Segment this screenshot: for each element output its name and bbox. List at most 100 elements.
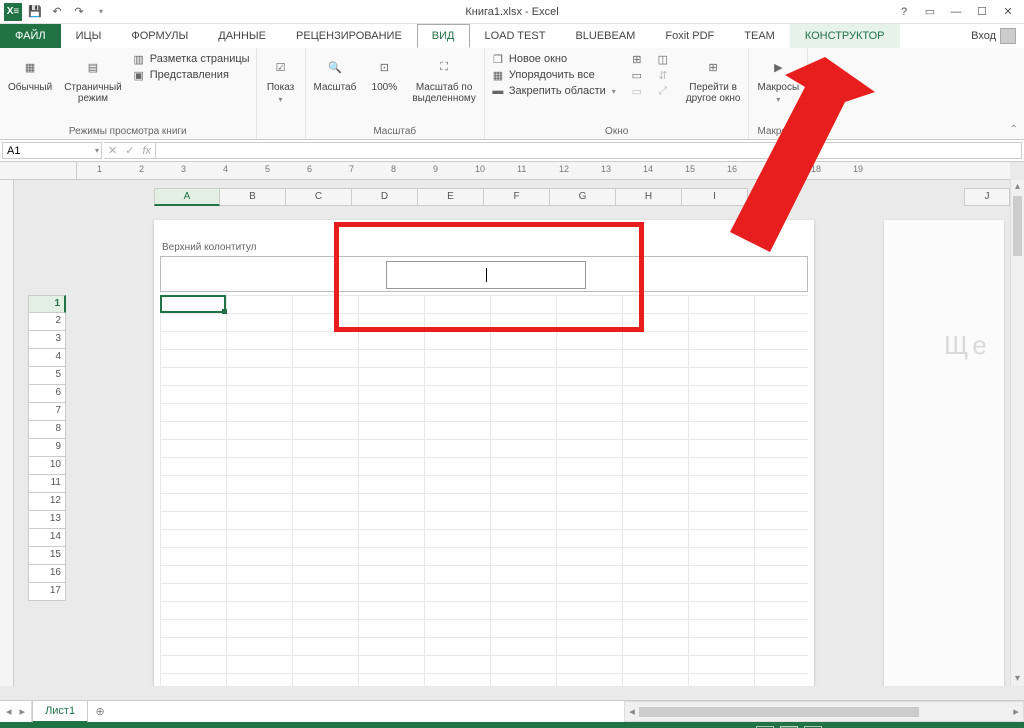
unhide-button[interactable]: ▭ — [630, 84, 644, 98]
side-by-side-button[interactable]: ◫ — [656, 52, 670, 66]
row-header[interactable]: 7 — [28, 403, 66, 421]
group-label: Макросы — [757, 124, 799, 137]
ribbon-options-icon[interactable]: ▭ — [918, 2, 942, 22]
cell-grid[interactable] — [160, 295, 808, 686]
horizontal-ruler[interactable]: 12345678910111213141516171819 — [77, 162, 1010, 180]
column-header-j[interactable]: J — [964, 188, 1010, 206]
add-sheet-button[interactable]: ⊕ — [88, 701, 112, 722]
page-layout-button[interactable]: ▥Разметка страницы — [132, 52, 250, 66]
vertical-scrollbar[interactable]: ▴ ▾ — [1010, 180, 1024, 686]
tab-file[interactable]: ФАЙЛ — [0, 24, 61, 48]
sync-scroll-button[interactable]: ⇵ — [656, 68, 670, 82]
help-icon[interactable]: ? — [892, 2, 916, 22]
formula-input[interactable] — [156, 142, 1022, 159]
normal-view-button[interactable]: ▦ Обычный — [6, 52, 54, 95]
redo-icon[interactable]: ↷ — [70, 3, 88, 21]
scroll-up-icon[interactable]: ▴ — [1011, 180, 1024, 194]
ruler-tick: 3 — [181, 164, 186, 174]
scroll-down-icon[interactable]: ▾ — [1011, 672, 1024, 686]
column-header[interactable]: B — [220, 188, 286, 206]
column-header[interactable]: I — [682, 188, 748, 206]
formula-bar: A1▾ ✕ ✓ fx — [0, 140, 1024, 162]
zoom-button[interactable]: 🔍 Масштаб — [312, 52, 359, 95]
signin-label: Вход — [971, 30, 996, 42]
zoom-selection-button[interactable]: ⛶ Масштаб по выделенному — [410, 52, 478, 106]
scroll-left-icon[interactable]: ◂ — [625, 705, 639, 718]
reset-pos-button[interactable]: ⤢ — [656, 84, 670, 98]
scroll-thumb[interactable] — [639, 707, 919, 717]
row-header[interactable]: 1 — [28, 295, 66, 313]
column-header[interactable]: E — [418, 188, 484, 206]
tab-bluebeam[interactable]: BLUEBEAM — [560, 24, 650, 48]
scroll-right-icon[interactable]: ▸ — [1009, 705, 1023, 718]
maximize-icon[interactable]: ☐ — [970, 2, 994, 22]
tab-home[interactable]: ИЦЫ — [61, 24, 117, 48]
horizontal-scrollbar[interactable]: ◂ ▸ — [624, 701, 1024, 722]
row-header[interactable]: 16 — [28, 565, 66, 583]
split-button[interactable]: ⊞ — [630, 52, 644, 66]
tab-data[interactable]: ДАННЫЕ — [203, 24, 281, 48]
status-bar: ГОТОВО ▦ ▤ ▥ — + 100% — [0, 722, 1024, 728]
vertical-ruler[interactable] — [0, 180, 14, 686]
row-header[interactable]: 6 — [28, 385, 66, 403]
row-header[interactable]: 11 — [28, 475, 66, 493]
prev-sheet-icon[interactable]: ◂ — [6, 705, 12, 718]
row-header[interactable]: 5 — [28, 367, 66, 385]
row-header[interactable]: 17 — [28, 583, 66, 601]
sheet-nav[interactable]: ◂▸ — [0, 701, 32, 722]
grid-area[interactable]: ABCDEFGHI J 1234567891011121314151617 Ве… — [14, 180, 1010, 686]
excel-icon[interactable]: X≡ — [4, 3, 22, 21]
close-icon[interactable]: ✕ — [996, 2, 1020, 22]
row-header[interactable]: 13 — [28, 511, 66, 529]
scroll-thumb[interactable] — [1013, 196, 1022, 256]
custom-views-button[interactable]: ▣Представления — [132, 68, 250, 82]
zoom-100-button[interactable]: ⊡ 100% — [366, 52, 402, 95]
row-header[interactable]: 4 — [28, 349, 66, 367]
freeze-panes-button[interactable]: ▬Закрепить области▾ — [491, 84, 616, 98]
row-header[interactable]: 3 — [28, 331, 66, 349]
new-window-button[interactable]: ❐Новое окно — [491, 52, 616, 66]
column-header[interactable]: D — [352, 188, 418, 206]
tab-view[interactable]: ВИД — [417, 24, 470, 48]
show-button[interactable]: ☑ Показ ▾ — [263, 52, 299, 106]
hide-button[interactable]: ▭ — [630, 68, 644, 82]
signin-button[interactable]: Вход — [963, 24, 1024, 48]
row-header[interactable]: 15 — [28, 547, 66, 565]
sheet-tab-1[interactable]: Лист1 — [32, 701, 88, 723]
undo-icon[interactable]: ↶ — [48, 3, 66, 21]
switch-windows-button[interactable]: ⊞ Перейти в другое окно — [684, 52, 743, 106]
column-header[interactable]: C — [286, 188, 352, 206]
pagebreak-view-button[interactable]: ▤ Страничный режим — [62, 52, 124, 106]
tab-formulas[interactable]: ФОРМУЛЫ — [116, 24, 203, 48]
row-header[interactable]: 8 — [28, 421, 66, 439]
chevron-down-icon[interactable]: ▾ — [95, 146, 99, 155]
column-header[interactable]: G — [550, 188, 616, 206]
tab-design[interactable]: КОНСТРУКТОР — [790, 24, 900, 48]
tab-team[interactable]: TEAM — [729, 24, 790, 48]
row-header[interactable]: 9 — [28, 439, 66, 457]
row-header[interactable]: 12 — [28, 493, 66, 511]
name-box[interactable]: A1▾ — [2, 142, 102, 159]
tab-review[interactable]: РЕЦЕНЗИРОВАНИЕ — [281, 24, 417, 48]
tab-foxit[interactable]: Foxit PDF — [650, 24, 729, 48]
ruler-tick: 12 — [559, 164, 569, 174]
column-header[interactable]: F — [484, 188, 550, 206]
minimize-icon[interactable]: — — [944, 2, 968, 22]
fx-icon[interactable]: fx — [142, 145, 151, 157]
tab-loadtest[interactable]: LOAD TEST — [470, 24, 561, 48]
column-header[interactable]: A — [154, 188, 220, 206]
row-header[interactable]: 2 — [28, 313, 66, 331]
row-header[interactable]: 10 — [28, 457, 66, 475]
enter-icon[interactable]: ✓ — [125, 144, 134, 157]
fill-handle[interactable] — [222, 309, 227, 314]
cancel-icon[interactable]: ✕ — [108, 144, 117, 157]
next-sheet-icon[interactable]: ▸ — [20, 705, 26, 718]
qat-dropdown-icon[interactable]: ▾ — [92, 3, 110, 21]
arrange-all-button[interactable]: ▦Упорядочить все — [491, 68, 616, 82]
row-header[interactable]: 14 — [28, 529, 66, 547]
macros-button[interactable]: ▶ Макросы ▾ — [755, 52, 801, 106]
collapse-ribbon-icon[interactable]: ⌃ — [1010, 124, 1018, 135]
save-icon[interactable]: 💾 — [26, 3, 44, 21]
column-header[interactable]: H — [616, 188, 682, 206]
selected-cell[interactable] — [160, 295, 226, 313]
